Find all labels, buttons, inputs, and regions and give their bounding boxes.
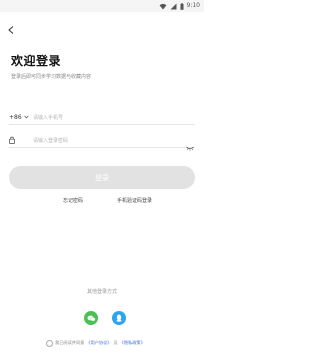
country-code-selector[interactable]: +86	[9, 114, 33, 121]
signal-icon	[170, 3, 177, 9]
agreement-row: 我已阅读并同意 《用户协议》 及 《隐私政策》	[46, 339, 200, 347]
status-bar: 9:10	[0, 0, 204, 12]
chevron-left-icon	[8, 26, 14, 34]
password-input[interactable]: 请输入登录密码	[33, 137, 68, 144]
privacy-policy-link[interactable]: 《隐私政策》	[120, 340, 145, 346]
wechat-login-button[interactable]	[84, 311, 98, 325]
login-button[interactable]: 登录	[9, 166, 195, 189]
page-title: 欢迎登录	[11, 54, 62, 68]
password-field-row: 请输入登录密码	[9, 133, 195, 151]
forgot-password-link[interactable]: 忘记密码	[63, 197, 83, 204]
other-login-label: 其他登录方式	[86, 289, 117, 295]
chevron-down-icon	[23, 115, 29, 119]
eye-closed-icon[interactable]	[186, 136, 194, 155]
battery-icon	[180, 2, 184, 10]
lock-icon	[9, 136, 33, 144]
phone-input[interactable]: 请输入手机号	[33, 114, 63, 121]
agreement-checkbox[interactable]	[46, 339, 53, 347]
wifi-icon	[159, 3, 167, 9]
status-icons: 9:10	[159, 1, 200, 11]
page-subtitle: 登录后即可同步学习数据与收藏内容	[11, 74, 92, 80]
back-button[interactable]	[6, 24, 16, 36]
phone-field-row: +86 请输入手机号	[9, 110, 195, 125]
qq-login-button[interactable]	[112, 311, 126, 325]
agreement-and: 及	[113, 340, 118, 345]
country-code: +86	[9, 113, 22, 121]
status-time: 9:10	[186, 2, 200, 9]
auxiliary-links: 忘记密码 手机验证码登录	[0, 197, 204, 207]
sms-login-link[interactable]: 手机验证码登录	[117, 197, 152, 204]
user-agreement-link[interactable]: 《用户协议》	[86, 340, 111, 346]
agreement-prefix: 我已阅读并同意	[55, 340, 85, 345]
qq-icon	[116, 314, 122, 322]
wechat-icon	[87, 315, 96, 321]
